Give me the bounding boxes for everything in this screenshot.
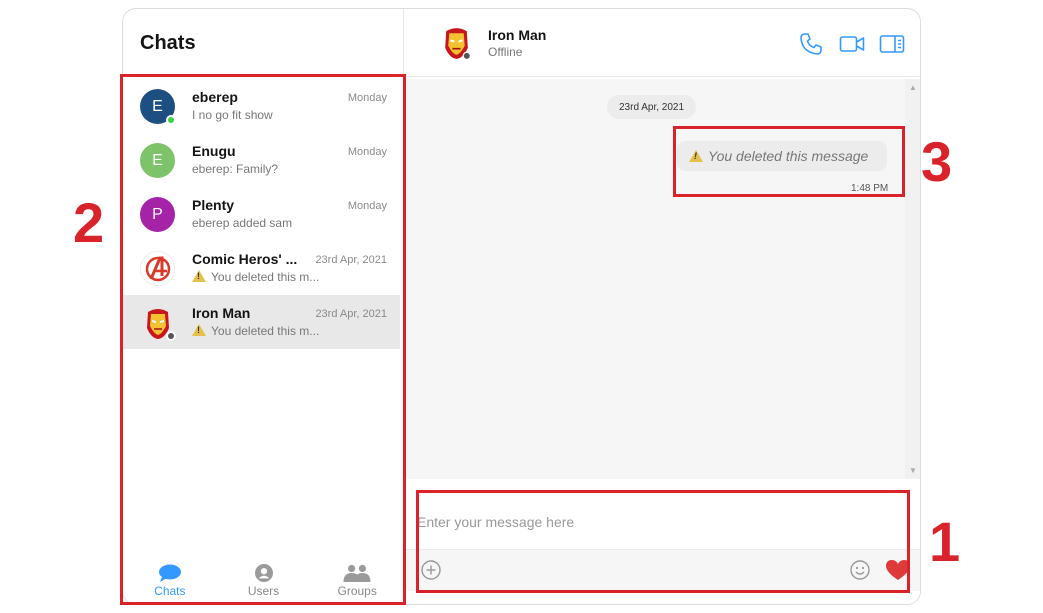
sidebar-header: Chats xyxy=(123,9,404,77)
scroll-up-icon[interactable]: ▲ xyxy=(909,83,917,92)
date-separator: 23rd Apr, 2021 xyxy=(607,95,697,119)
scrollbar[interactable]: ▲ ▼ xyxy=(905,79,920,479)
details-panel-icon[interactable] xyxy=(879,32,905,56)
sidebar-title: Chats xyxy=(140,32,196,54)
conversation-header: Iron Man Offline xyxy=(405,9,920,77)
annotation-label-3: 3 xyxy=(921,130,953,193)
annotation-box-3 xyxy=(673,126,905,197)
scroll-down-icon[interactable]: ▼ xyxy=(909,466,917,475)
annotation-label-1: 1 xyxy=(929,510,961,573)
annotation-box-2 xyxy=(120,74,406,605)
phone-icon[interactable] xyxy=(799,32,823,56)
conversation-status: Offline xyxy=(488,45,523,59)
annotation-label-2: 2 xyxy=(73,191,105,254)
conversation-name: Iron Man xyxy=(488,27,547,43)
video-call-icon[interactable] xyxy=(839,32,865,56)
iron-man-icon[interactable] xyxy=(439,25,474,61)
annotation-box-1 xyxy=(416,490,910,593)
